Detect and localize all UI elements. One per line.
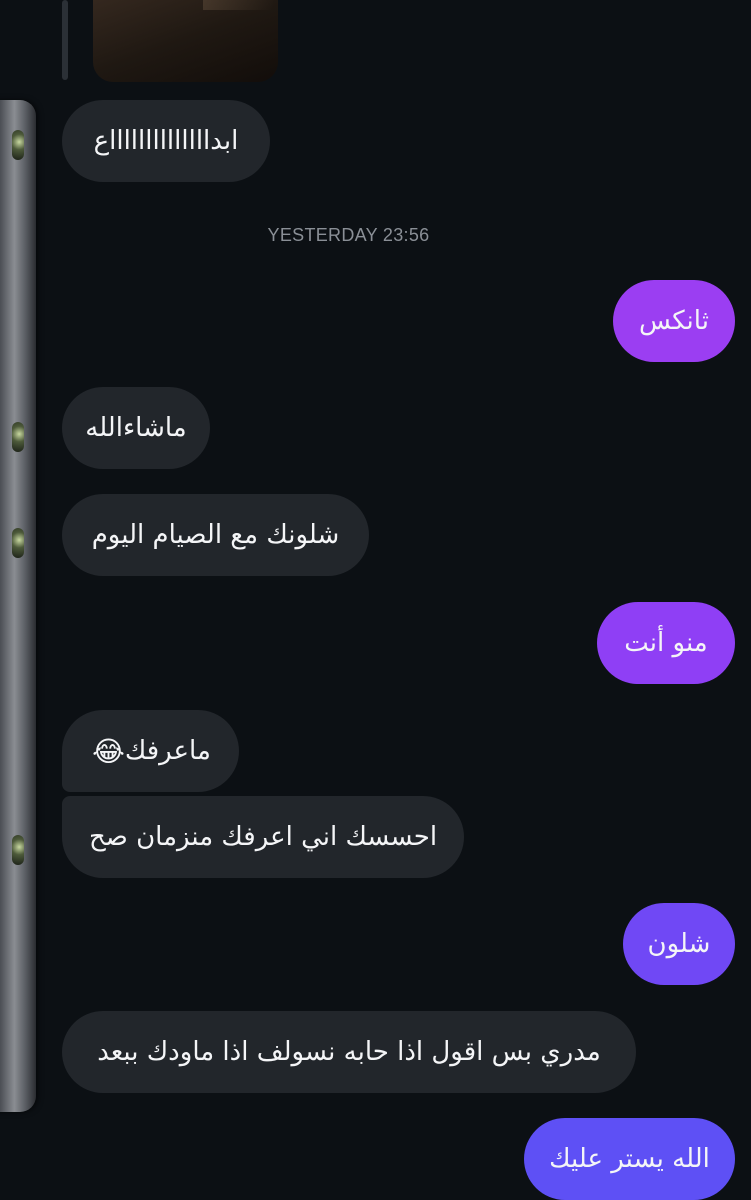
message-sent[interactable]: ثانكس	[613, 280, 735, 362]
message-text: ماشاءالله	[85, 413, 187, 443]
phone-side-button	[12, 130, 24, 160]
message-received[interactable]: ابدااااااااااااااع	[62, 100, 270, 182]
message-text: ابدااااااااااااااع	[93, 126, 239, 156]
phone-side-button	[12, 528, 24, 558]
message-text: ماعرفك	[124, 736, 211, 766]
message-received[interactable]: شلونك مع الصيام اليوم	[62, 494, 369, 576]
message-text: احسسك اني اعرفك منزمان صح	[88, 822, 438, 852]
shared-photo-thumbnail[interactable]	[93, 0, 278, 82]
message-text: شلونك مع الصيام اليوم	[91, 520, 340, 550]
message-received[interactable]: ماشاءالله	[62, 387, 210, 469]
message-received[interactable]: احسسك اني اعرفك منزمان صح	[62, 796, 464, 878]
phone-side-button	[12, 422, 24, 452]
message-text: منو أنت	[624, 628, 708, 658]
message-received[interactable]: ماعرفك 😂	[62, 710, 239, 792]
message-sent[interactable]: منو أنت	[597, 602, 735, 684]
face-with-tears-of-joy-emoji: 😂	[92, 734, 125, 768]
message-text: ثانكس	[639, 306, 709, 336]
message-sent[interactable]: الله يستر عليك	[524, 1118, 735, 1200]
photo-highlight	[203, 0, 273, 10]
message-text: شلون	[647, 929, 711, 959]
foreground-phone-edge	[0, 100, 36, 1112]
message-received[interactable]: مدري بس اقول اذا حابه نسولف اذا ماودك بب…	[62, 1011, 636, 1093]
phone-side-button	[12, 835, 24, 865]
message-text: الله يستر عليك	[549, 1144, 710, 1174]
reply-thread-line	[62, 0, 68, 80]
message-text: مدري بس اقول اذا حابه نسولف اذا ماودك بب…	[97, 1037, 601, 1067]
message-timestamp: YESTERDAY 23:56	[267, 225, 430, 245]
message-sent[interactable]: شلون	[623, 903, 735, 985]
